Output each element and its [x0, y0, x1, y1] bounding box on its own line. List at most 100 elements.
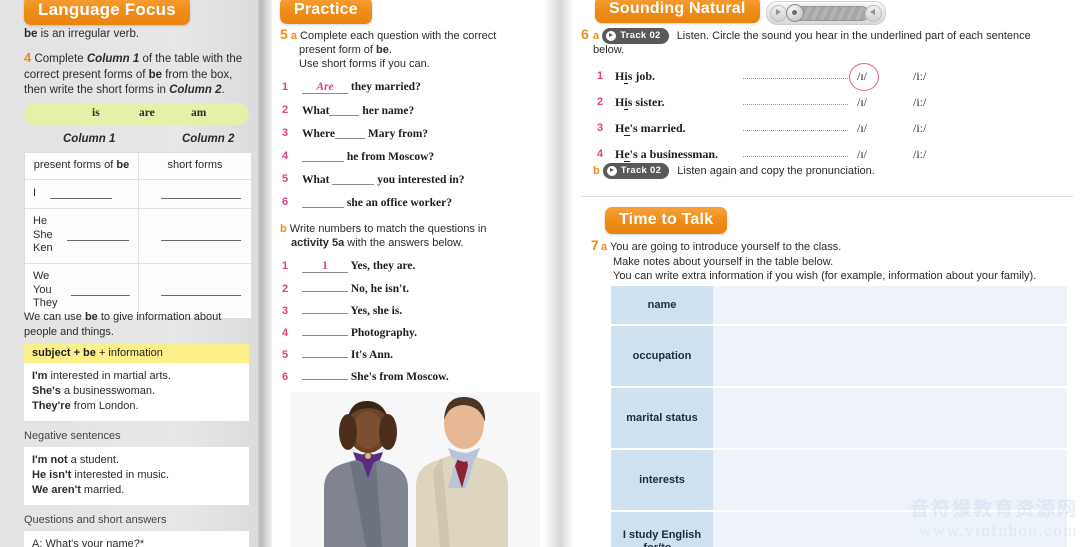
questions-examples-box: A: What's your name?*: [24, 531, 249, 547]
answer-blank[interactable]: [66, 230, 129, 241]
player-next-icon[interactable]: [865, 5, 882, 22]
ipa-option-1[interactable]: /ɪ/: [857, 121, 867, 136]
answer-blank[interactable]: [50, 188, 113, 199]
item-number: 6: [282, 371, 289, 383]
practice-title: Practice: [280, 0, 372, 24]
answer-blank[interactable]: [302, 196, 344, 208]
table-cell-subject-i: I: [25, 180, 138, 208]
row-value-study-english[interactable]: [713, 512, 1067, 547]
questions-heading: Questions and short answers: [24, 514, 167, 526]
ipa-option-2[interactable]: /iː/: [913, 69, 926, 84]
exercise-7-number: 7: [591, 237, 599, 253]
exercise-5a: 5 a Complete each question with the corr…: [280, 27, 530, 209]
track-02-button-b[interactable]: Track 02: [602, 163, 670, 179]
question-example-line: A: What's your name?*: [32, 538, 145, 547]
answer-blank-filled[interactable]: Are: [302, 81, 348, 94]
language-focus-intro: be is an irregular verb.: [24, 27, 246, 42]
exercise-7a-letter: a: [601, 241, 608, 253]
answer-blank[interactable]: [161, 230, 241, 241]
example-line: I'm not a student.: [32, 454, 119, 466]
example-line: He isn't interested in music.: [32, 469, 170, 481]
answer-blank-filled[interactable]: 1: [302, 260, 348, 273]
formula-bar: subject + be + information: [24, 344, 249, 363]
item-text: he from Moscow?: [346, 151, 435, 163]
photo-illustration: [290, 392, 540, 547]
row-value-occupation[interactable]: [713, 326, 1067, 386]
item-sentence: His job.: [615, 69, 656, 84]
track-02-button[interactable]: Track 02: [602, 28, 669, 44]
item-number: 3: [282, 127, 289, 139]
exercise-5-number: 5: [280, 26, 288, 42]
item-sentence: He's a businessman.: [615, 147, 719, 162]
subject-label-he-she-ken: He She Ken: [33, 215, 53, 255]
exercise-5a-letter: a: [290, 30, 297, 42]
ipa-option-2[interactable]: /iː/: [913, 147, 926, 162]
answer-blank[interactable]: [302, 291, 348, 292]
ipa-option-1[interactable]: /ɪ/: [857, 95, 867, 110]
answer-blank[interactable]: [161, 285, 241, 296]
be-forms-table: present forms of be short forms I He She K…: [24, 152, 252, 319]
answer-blank[interactable]: [302, 357, 348, 358]
item-text: It's Ann.: [350, 349, 394, 361]
row-value-name[interactable]: [713, 286, 1067, 324]
sound-items-list: 1 His job. /ɪ/ /iː/ 2 His sister. /ɪ/ /i…: [593, 63, 1063, 170]
subject-label-i: I: [33, 186, 37, 199]
word-box: is are am: [24, 103, 249, 125]
language-focus-title: Language Focus: [24, 0, 190, 25]
dotted-leader: [743, 130, 848, 131]
list-item: 6 She's from Moscow.: [280, 371, 530, 383]
negative-heading: Negative sentences: [24, 430, 121, 442]
section-divider: [581, 196, 1073, 197]
item-number: 4: [597, 148, 604, 160]
table-row: I: [25, 179, 251, 209]
exercise-5b-letter: b: [280, 223, 287, 235]
practice-tab-wrap: Practice: [280, 0, 372, 24]
page-fold-center: [545, 0, 573, 547]
answer-blank[interactable]: [71, 285, 130, 296]
item-number: 1: [282, 260, 289, 272]
exercise-5b-list: 1 1 Yes, they are. 2 No, he isn't. 3 Yes,…: [280, 260, 530, 383]
answer-blank[interactable]: [302, 150, 344, 162]
answer-blank[interactable]: [332, 173, 375, 185]
item-number: 3: [282, 305, 289, 317]
item-number: 2: [597, 96, 604, 108]
left-column: Language Focus be is an irregular verb. …: [0, 0, 258, 547]
item-sentence: He's married.: [615, 121, 686, 136]
row-label-name: name: [611, 286, 713, 324]
word-box-item-are: are: [139, 107, 155, 119]
item-text: she an office worker?: [346, 197, 452, 209]
middle-column: Practice 5 a Complete each question with…: [272, 0, 545, 547]
exercise-5a-list: 1 Are they married? 2 What her name? 3 Wher…: [280, 81, 530, 209]
exercise-5a-instruction-3: Use short forms if you can.: [299, 58, 430, 70]
answer-blank[interactable]: [161, 188, 241, 199]
row-label-occupation: occupation: [611, 326, 713, 386]
table-cell-short-he[interactable]: [138, 208, 251, 263]
item-prefix: What: [302, 174, 330, 186]
list-item: 5 It's Ann.: [280, 349, 530, 361]
audio-player-control[interactable]: [766, 1, 886, 25]
table-cell-short-i[interactable]: [138, 179, 251, 208]
exercise-6-number: 6: [581, 26, 589, 42]
item-number: 5: [282, 349, 289, 361]
answer-blank[interactable]: [302, 313, 348, 314]
answer-blank[interactable]: [335, 127, 366, 139]
answer-blank[interactable]: [329, 104, 360, 116]
exercise-6a-letter: a: [593, 30, 600, 42]
example-line: They're from London.: [32, 400, 139, 412]
row-value-interests[interactable]: [713, 450, 1067, 510]
item-number: 6: [282, 196, 289, 208]
ipa-option-1[interactable]: /ɪ/: [857, 69, 867, 84]
answer-blank[interactable]: [302, 379, 348, 380]
player-knob[interactable]: [786, 4, 804, 22]
ipa-option-2[interactable]: /iː/: [913, 95, 926, 110]
list-item: 2 What her name?: [280, 104, 530, 117]
answer-blank[interactable]: [302, 335, 348, 336]
ipa-option-1[interactable]: /ɪ/: [857, 147, 867, 162]
ipa-option-2[interactable]: /iː/: [913, 121, 926, 136]
item-text: She's from Moscow.: [350, 371, 449, 383]
exercise-7a: 7 a You are going to introduce yourself …: [591, 238, 1061, 284]
exercise-5a-instruction-1: Complete each question with the correct: [300, 30, 497, 42]
dotted-leader: [743, 156, 848, 157]
player-prev-icon[interactable]: [770, 5, 787, 22]
row-value-marital-status[interactable]: [713, 388, 1067, 448]
